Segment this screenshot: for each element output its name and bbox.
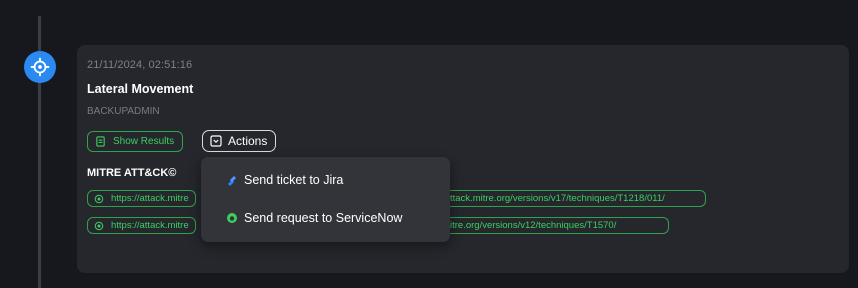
mitre-link-2-prefix: https://attack.mitre bbox=[111, 220, 189, 231]
actions-button[interactable]: Actions bbox=[202, 130, 277, 152]
servicenow-label: Send request to ServiceNow bbox=[244, 211, 403, 225]
actions-dropdown-menu: Send ticket to Jira Send request to Serv… bbox=[201, 157, 450, 242]
mitre-heading: MITRE ATT&CK© bbox=[87, 167, 177, 179]
chevron-down-box-icon bbox=[210, 135, 222, 147]
mitre-link-2[interactable]: https://attack.mitre bbox=[87, 217, 196, 234]
event-user: BACKUPADMIN bbox=[87, 106, 160, 117]
event-card bbox=[77, 45, 849, 273]
globe-icon bbox=[94, 194, 104, 204]
send-to-servicenow-menu-item[interactable]: Send request to ServiceNow bbox=[226, 211, 402, 225]
globe-icon bbox=[94, 221, 104, 231]
document-icon bbox=[95, 136, 106, 147]
event-title: Lateral Movement bbox=[87, 82, 194, 96]
servicenow-icon bbox=[226, 212, 238, 224]
timeline-node-crosshair-icon bbox=[24, 51, 56, 83]
event-timestamp: 21/11/2024, 02:51:16 bbox=[87, 59, 193, 71]
show-results-button[interactable]: Show Results bbox=[87, 131, 184, 152]
show-results-label: Show Results bbox=[113, 136, 175, 147]
actions-label: Actions bbox=[228, 134, 268, 148]
jira-label: Send ticket to Jira bbox=[244, 173, 344, 187]
mitre-link-1[interactable]: https://attack.mitre bbox=[87, 190, 196, 207]
mitre-link-1-tail[interactable]: ttack.mitre.org/versions/v17/techniques/… bbox=[450, 190, 706, 207]
jira-icon bbox=[226, 174, 238, 186]
mitre-link-2-tail[interactable]: itre.org/versions/v12/techniques/T1570/ bbox=[450, 217, 669, 234]
send-to-jira-menu-item[interactable]: Send ticket to Jira bbox=[226, 173, 343, 187]
mitre-link-1-prefix: https://attack.mitre bbox=[111, 193, 189, 204]
